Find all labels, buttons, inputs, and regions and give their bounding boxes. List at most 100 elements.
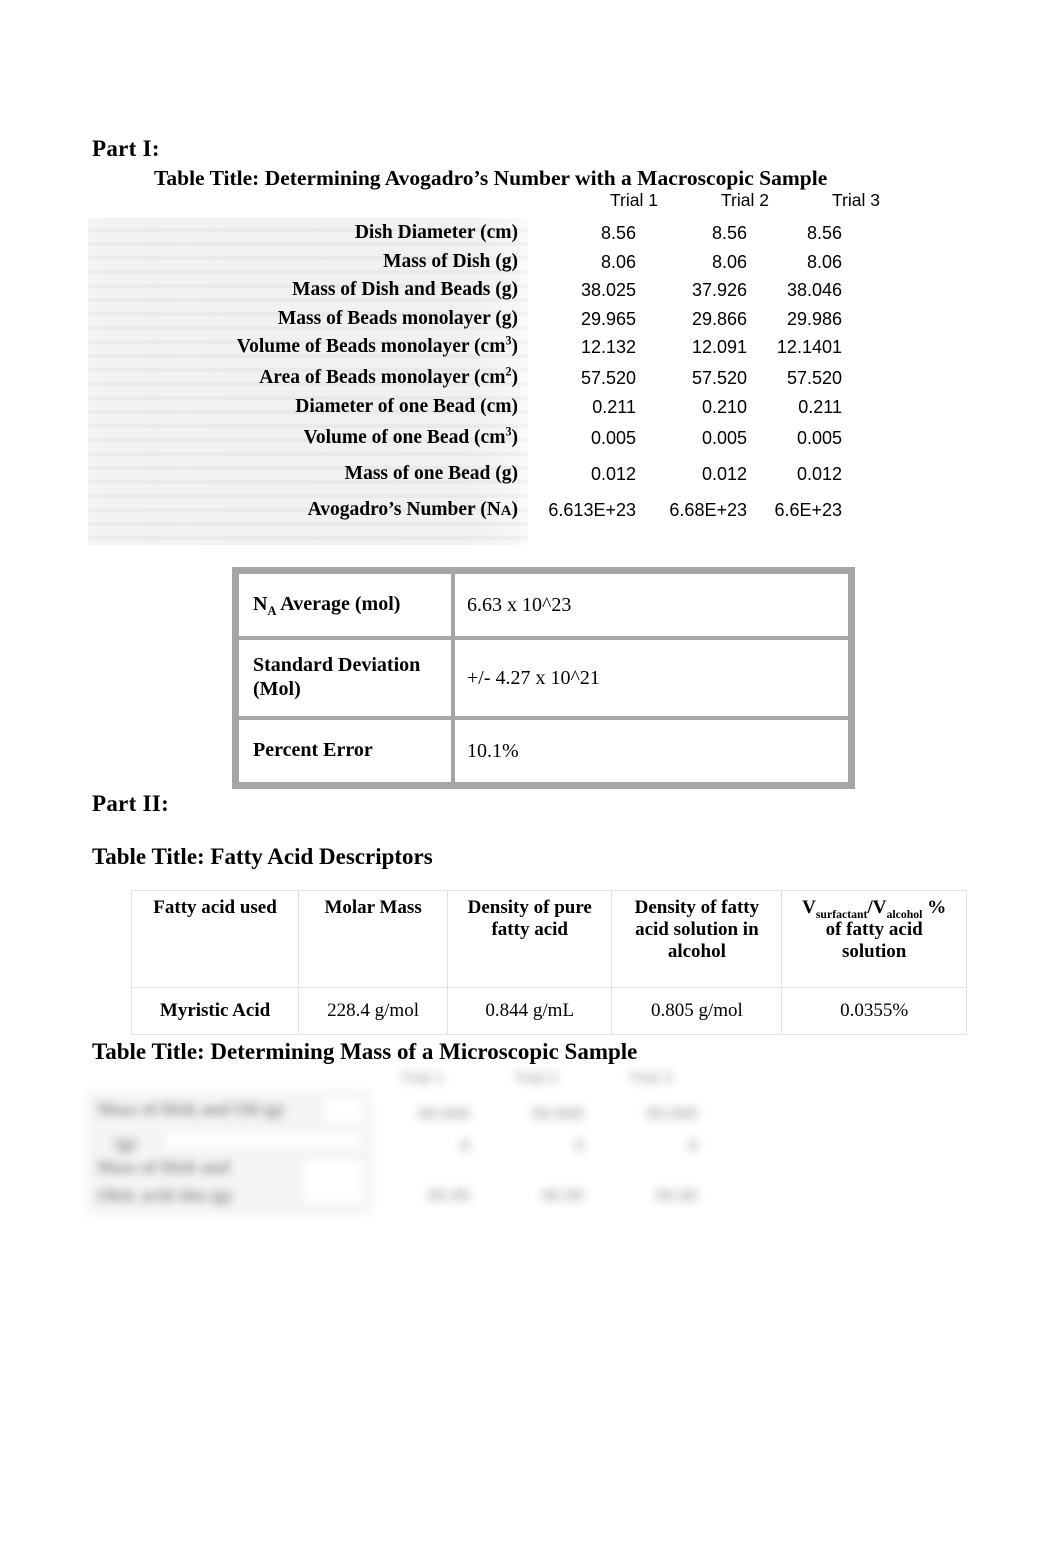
- table-1-row-label: Area of Beads monolayer (cm2): [259, 364, 518, 389]
- table-1-col-header-trial-1: Trial 1: [610, 190, 658, 210]
- table-4-cell: 00.000: [418, 1104, 470, 1123]
- part-2-heading: Part II:: [92, 791, 170, 816]
- table-1-cell: 0.211: [798, 396, 842, 417]
- table-4-col-header: Trial 3: [628, 1070, 672, 1087]
- td-fatty-acid-used: Myristic Acid: [130, 987, 300, 1035]
- table-1-body: Dish Diameter (cm) 8.56 8.56 8.56 Mass o…: [88, 218, 848, 545]
- part-1-heading: Part I:: [92, 136, 160, 161]
- table-1-cell: 8.56: [711, 223, 747, 243]
- table-row: Mass of one Bead (g) 0.012 0.012 0.012: [88, 463, 848, 499]
- td-density-pure-fatty-acid: 0.844 g/mL: [447, 987, 613, 1035]
- table-1-cell: 0.012: [590, 463, 636, 484]
- table-row: Mass of Dish (g) 8.06 8.06 8.06: [88, 251, 848, 280]
- table-1-row-label: Mass of one Bead (g): [344, 462, 518, 484]
- table-1-cell: 0.005: [796, 427, 842, 448]
- table-4-cell: 00.00: [541, 1186, 584, 1205]
- table-1-cell: 6.68E+23: [669, 499, 747, 520]
- th-volume-ratio-percent: Vsurfactant/Valcohol % of fatty acid solut…: [781, 890, 967, 988]
- table-1-cell: 29.866: [691, 308, 747, 329]
- th-density-fatty-acid-solution: Density of fatty acid solution in alcoho…: [611, 890, 783, 988]
- td-molar-mass: 228.4 g/mol: [298, 987, 449, 1035]
- na-average-label: NA Average (mol): [233, 568, 455, 640]
- table-1-cell: 12.091: [691, 337, 747, 358]
- avogadro-table: Trial 1 Trial 2 Trial 3 Dish Diameter (c…: [88, 190, 880, 545]
- table-1-cell: 29.986: [786, 308, 842, 329]
- table-1-cell: 29.965: [580, 308, 636, 329]
- table-1-cell: 0.012: [701, 463, 747, 484]
- table-row: Mass of Dish and Beads (g) 38.025 37.926…: [88, 279, 848, 308]
- table-row: Avogadro’s Number (NA) 6.613E+23 6.68E+2…: [88, 499, 848, 535]
- table-row: Volume of Beads monolayer (cm3) 12.132 1…: [88, 333, 848, 367]
- table-1-row-label: Mass of Beads monolayer (g): [277, 307, 518, 329]
- table-1-cell: 0.210: [701, 396, 747, 417]
- table-1-cell: 57.520: [691, 368, 747, 389]
- fatty-acid-descriptors-table: Fatty acid used Molar Mass Density of pu…: [130, 890, 967, 1035]
- th-density-pure-fatty-acid: Density of pure fatty acid: [447, 890, 613, 988]
- table-1-row-label: Avogadro’s Number (NA): [307, 498, 518, 520]
- table-header-row: Fatty acid used Molar Mass Density of pu…: [130, 890, 967, 988]
- table-1-cell: 37.926: [691, 280, 747, 301]
- document-page: Part I: Table Title: Determining Avogadr…: [0, 0, 1062, 1556]
- avogadro-summary-table: NA Average (mol) 6.63 x 10^23 Standard D…: [232, 567, 855, 789]
- td-density-fatty-acid-solution: 0.805 g/mol: [611, 987, 783, 1035]
- th-fatty-acid-used: Fatty acid used: [130, 890, 300, 988]
- td-volume-ratio-percent: 0.0355%: [781, 987, 967, 1035]
- table-4-cell: 0: [688, 1136, 698, 1155]
- table-1-row-label: Diameter of one Bead (cm): [295, 395, 518, 417]
- microscopic-sample-table-blurred: Mass of Dish and Oil (g) (g) Mass of Dis…: [88, 1070, 708, 1235]
- table-1-cell: 0.005: [701, 427, 747, 448]
- table-1-cell: 6.6E+23: [774, 499, 842, 520]
- table-row: Percent Error 10.1%: [233, 716, 854, 788]
- table-4-cell: 00.000: [532, 1104, 584, 1123]
- table-1-cell: 8.56: [600, 223, 636, 243]
- table-1-row-label: Volume of one Bead (cm3): [303, 424, 518, 448]
- table-1-header-row: Trial 1 Trial 2 Trial 3: [88, 190, 880, 216]
- table-1-row-label: Dish Diameter (cm): [354, 222, 518, 243]
- table-1-cell: 12.132: [580, 337, 636, 358]
- table-4-title: Table Title: Determining Mass of a Micro…: [92, 1039, 638, 1064]
- table-4-header-row: Trial 1 Trial 2 Trial 3: [370, 1070, 708, 1092]
- table-1-cell: 38.046: [786, 280, 842, 301]
- table-4-col-header: Trial 2: [514, 1070, 558, 1087]
- table-3-title: Table Title: Fatty Acid Descriptors: [92, 844, 433, 869]
- table-1-cell: 8.56: [806, 223, 842, 243]
- th-molar-mass: Molar Mass: [298, 890, 449, 988]
- table-row: Mass of Beads monolayer (g) 29.965 29.86…: [88, 308, 848, 337]
- table-row: NA Average (mol) 6.63 x 10^23: [233, 568, 854, 640]
- table-1-row-label: Mass of Dish and Beads (g): [292, 279, 518, 301]
- table-1-cell: 8.06: [806, 251, 842, 272]
- table-row: Volume of one Bead (cm3) 0.005 0.005 0.0…: [88, 424, 848, 463]
- table-4-cell: 0: [574, 1136, 584, 1155]
- table-4-cell: 00.000: [646, 1104, 698, 1123]
- table-row: Dish Diameter (cm) 8.56 8.56 8.56: [88, 222, 848, 251]
- table-1-cell: 12.1401: [776, 337, 842, 358]
- table-row: Myristic Acid 228.4 g/mol 0.844 g/mL 0.8…: [130, 987, 967, 1035]
- table-1-cell: 8.06: [711, 251, 747, 272]
- table-1-cell: 0.005: [590, 427, 636, 448]
- na-average-value: 6.63 x 10^23: [451, 568, 854, 640]
- table-1-col-header-trial-3: Trial 3: [832, 190, 880, 210]
- percent-error-label: Percent Error: [233, 716, 455, 788]
- table-1-cell: 8.06: [600, 251, 636, 272]
- table-row: Diameter of one Bead (cm) 0.211 0.210 0.…: [88, 396, 848, 427]
- table-1-col-header-trial-2: Trial 2: [721, 190, 769, 210]
- table-4-cell: 0: [460, 1136, 470, 1155]
- table-1-cell: 0.211: [592, 396, 636, 417]
- table-row: Area of Beads monolayer (cm2) 57.520 57.…: [88, 364, 848, 396]
- table-1-row-label: Mass of Dish (g): [383, 250, 518, 272]
- table-1-cell: 6.613E+23: [548, 499, 636, 520]
- table-4-cell: 00.00: [655, 1186, 698, 1205]
- table-1-cell: 57.520: [580, 368, 636, 389]
- table-4-label-panel: Mass of Dish and Oil (g) (g) Mass of Dis…: [88, 1092, 370, 1214]
- standard-deviation-value: +/- 4.27 x 10^21: [451, 636, 854, 720]
- table-4-cell: 00.00: [427, 1186, 470, 1205]
- table-1-cell: 57.520: [786, 368, 842, 389]
- table-4-col-header: Trial 1: [400, 1070, 444, 1087]
- table-1-title: Table Title: Determining Avogadro’s Numb…: [154, 166, 828, 190]
- table-1-cell: 0.012: [796, 463, 842, 484]
- standard-deviation-label: Standard Deviation (Mol): [233, 636, 455, 720]
- table-1-row-label: Volume of Beads monolayer (cm3): [236, 333, 518, 358]
- table-1-cell: 38.025: [580, 280, 636, 301]
- percent-error-value: 10.1%: [451, 716, 854, 788]
- table-row: Standard Deviation (Mol) +/- 4.27 x 10^2…: [233, 636, 854, 720]
